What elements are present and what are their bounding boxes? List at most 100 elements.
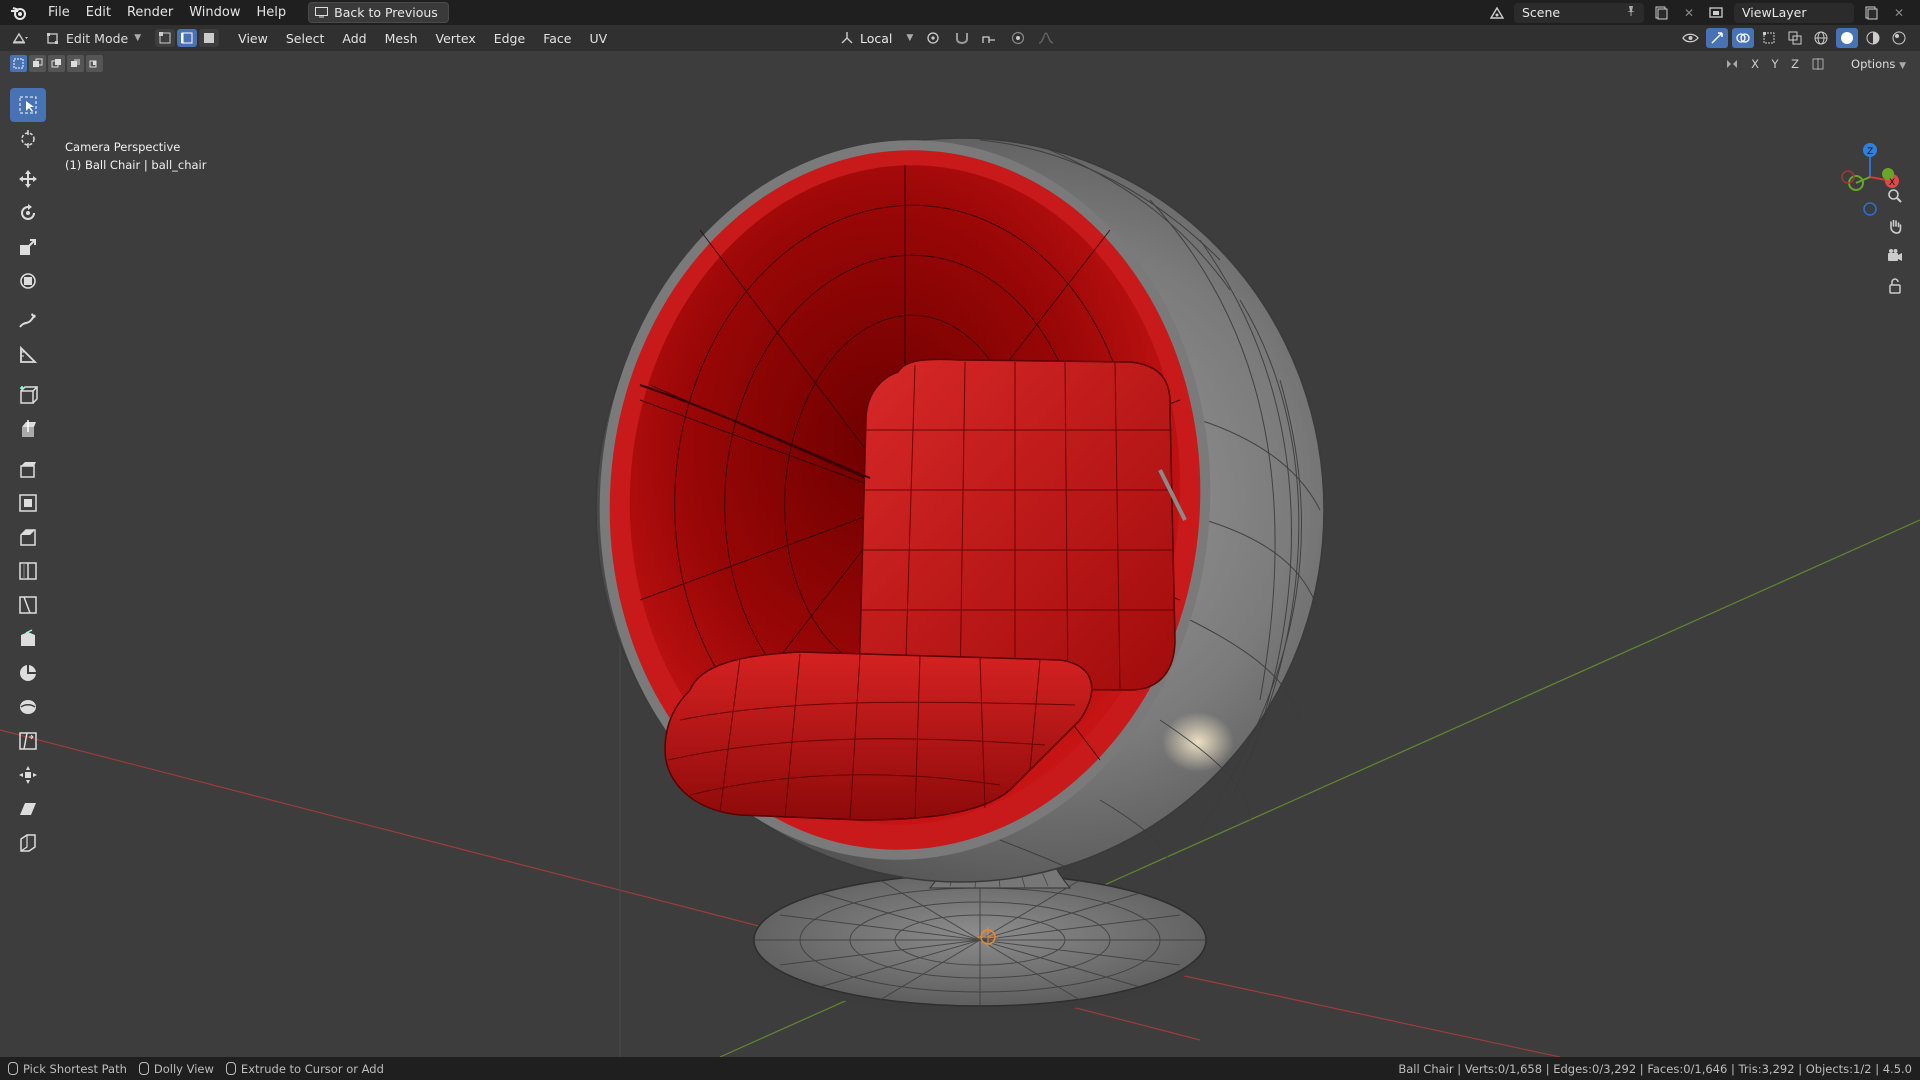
new-view-layer-icon[interactable] bbox=[1860, 3, 1882, 23]
zoom-icon[interactable] bbox=[1882, 183, 1908, 209]
remove-scene-icon[interactable]: ✕ bbox=[1678, 3, 1700, 23]
extend-selection-button[interactable] bbox=[29, 55, 46, 72]
pivot-point-icon[interactable] bbox=[923, 28, 945, 48]
new-selection-button[interactable] bbox=[10, 55, 27, 72]
scene-selector-icon[interactable] bbox=[1486, 3, 1508, 23]
back-cushion bbox=[859, 358, 1176, 691]
solid-shading-icon[interactable] bbox=[1836, 28, 1858, 48]
subtract-selection-button[interactable] bbox=[48, 55, 65, 72]
scene-render bbox=[0, 137, 1920, 1057]
new-scene-icon[interactable] bbox=[1650, 3, 1672, 23]
menu-file[interactable]: File bbox=[40, 3, 78, 22]
pin-icon[interactable] bbox=[1626, 5, 1636, 20]
view-name: Camera Perspective bbox=[65, 140, 181, 154]
wireframe-shading-icon[interactable] bbox=[1810, 28, 1832, 48]
face-select-button[interactable] bbox=[199, 29, 220, 47]
shrink-fatten-icon[interactable] bbox=[10, 758, 46, 792]
proportional-edit-icon[interactable] bbox=[1007, 28, 1029, 48]
tool-shelf bbox=[8, 88, 48, 860]
gizmo-z-label: Z bbox=[1867, 147, 1873, 157]
menu-view[interactable]: View bbox=[229, 29, 277, 48]
menu-add[interactable]: Add bbox=[333, 29, 375, 48]
rip-region-icon[interactable] bbox=[10, 826, 46, 860]
sub-header: X Y Z Options ▼ bbox=[0, 51, 1920, 77]
add-cube-icon[interactable] bbox=[10, 378, 46, 412]
mirror-x-toggle[interactable]: X bbox=[1747, 57, 1763, 71]
mouse-middle-icon bbox=[138, 1062, 149, 1075]
overlays-icon[interactable] bbox=[1732, 28, 1754, 48]
edge-slide-icon[interactable] bbox=[10, 724, 46, 758]
snap-icon[interactable] bbox=[951, 28, 973, 48]
options-label: Options bbox=[1851, 57, 1896, 71]
select-box-icon[interactable] bbox=[10, 88, 46, 122]
lock-icon[interactable] bbox=[1882, 273, 1908, 299]
view-layer-icon[interactable] bbox=[1706, 3, 1728, 23]
hint-label: Extrude to Cursor or Add bbox=[240, 1061, 384, 1076]
rotate-icon[interactable] bbox=[10, 196, 46, 230]
knife-icon[interactable] bbox=[10, 588, 46, 622]
intersect-selection-button[interactable] bbox=[86, 55, 103, 72]
invert-selection-button[interactable] bbox=[67, 55, 84, 72]
snap-target-icon[interactable] bbox=[979, 28, 1001, 48]
mirror-icon[interactable] bbox=[1721, 54, 1743, 74]
menu-face[interactable]: Face bbox=[534, 29, 580, 48]
hint-dolly-view: Dolly View bbox=[138, 1062, 214, 1076]
remove-view-layer-icon[interactable]: ✕ bbox=[1888, 3, 1910, 23]
annotate-icon[interactable] bbox=[10, 304, 46, 338]
chevron-down-icon: ▼ bbox=[134, 33, 142, 43]
gizmo-toggle-icon[interactable] bbox=[1706, 28, 1728, 48]
menu-vertex[interactable]: Vertex bbox=[427, 29, 485, 48]
mode-label: Edit Mode bbox=[66, 30, 129, 46]
menu-mesh[interactable]: Mesh bbox=[376, 29, 427, 48]
visibility-icon[interactable] bbox=[1680, 28, 1702, 48]
vertex-select-button[interactable] bbox=[155, 29, 176, 47]
edit-mode-icon bbox=[47, 33, 58, 44]
topology-mirror-icon[interactable] bbox=[1807, 54, 1829, 74]
mesh-edit-overlays-icon[interactable] bbox=[1758, 28, 1780, 48]
viewport-info: Camera Perspective (1) Ball Chair | ball… bbox=[65, 138, 206, 174]
pan-hand-icon[interactable] bbox=[1882, 213, 1908, 239]
camera-icon[interactable] bbox=[1882, 243, 1908, 269]
extrude-region-icon[interactable] bbox=[10, 412, 46, 446]
3d-viewport[interactable]: Camera Perspective (1) Ball Chair | ball… bbox=[0, 51, 1920, 1057]
poly-build-icon[interactable] bbox=[10, 622, 46, 656]
material-shading-icon[interactable] bbox=[1862, 28, 1884, 48]
menu-window[interactable]: Window bbox=[181, 3, 248, 22]
rendered-shading-icon[interactable] bbox=[1888, 28, 1910, 48]
scene-field[interactable]: Scene bbox=[1514, 2, 1644, 23]
transform-orientation-dropdown[interactable]: Local ▼ bbox=[836, 28, 917, 48]
menu-uv[interactable]: UV bbox=[580, 29, 616, 48]
xray-icon[interactable] bbox=[1784, 28, 1806, 48]
shear-icon[interactable] bbox=[10, 792, 46, 826]
transform-icon[interactable] bbox=[10, 264, 46, 298]
menu-help[interactable]: Help bbox=[249, 3, 295, 22]
move-icon[interactable] bbox=[10, 162, 46, 196]
back-to-previous-button[interactable]: Back to Previous bbox=[308, 2, 449, 23]
options-dropdown[interactable]: Options ▼ bbox=[1845, 55, 1912, 73]
editor-type-icon[interactable] bbox=[10, 28, 32, 48]
mirror-y-toggle[interactable]: Y bbox=[1767, 57, 1783, 71]
smooth-icon[interactable] bbox=[10, 690, 46, 724]
mirror-z-toggle[interactable]: Z bbox=[1787, 57, 1803, 71]
selection-mode-buttons bbox=[10, 55, 103, 72]
view-layer-field[interactable]: ViewLayer bbox=[1734, 2, 1854, 23]
edge-select-button[interactable] bbox=[177, 29, 198, 47]
view-layer-name: ViewLayer bbox=[1742, 5, 1807, 20]
inset-faces-icon[interactable] bbox=[10, 486, 46, 520]
loop-cut-icon[interactable] bbox=[10, 554, 46, 588]
back-to-previous-label: Back to Previous bbox=[334, 5, 438, 20]
menu-edit[interactable]: Edit bbox=[78, 3, 119, 22]
menu-select[interactable]: Select bbox=[277, 29, 334, 48]
orientation-label: Local bbox=[860, 30, 893, 46]
blender-logo-icon[interactable] bbox=[8, 3, 30, 23]
menu-render[interactable]: Render bbox=[119, 3, 181, 22]
extrude-icon[interactable] bbox=[10, 452, 46, 486]
bevel-icon[interactable] bbox=[10, 520, 46, 554]
menu-edge[interactable]: Edge bbox=[485, 29, 534, 48]
spin-icon[interactable] bbox=[10, 656, 46, 690]
cursor-icon[interactable] bbox=[10, 122, 46, 156]
measure-icon[interactable] bbox=[10, 338, 46, 372]
scale-icon[interactable] bbox=[10, 230, 46, 264]
mode-dropdown[interactable]: Edit Mode ▼ bbox=[38, 28, 149, 48]
falloff-icon[interactable] bbox=[1035, 28, 1057, 48]
